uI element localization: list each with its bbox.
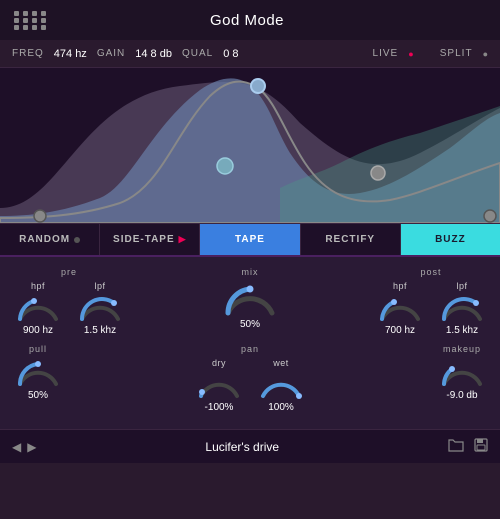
pre-hpf-arc (14, 293, 62, 323)
save-icon[interactable] (474, 438, 488, 455)
pre-lpf-knob[interactable]: lpf 1.5 khz (76, 281, 124, 336)
post-knob-pair: hpf 700 hz lpf 1.5 khz (376, 281, 486, 336)
dry-knob[interactable]: dry -100% (195, 358, 243, 413)
pre-lpf-arc (76, 293, 124, 323)
gain-value: 14 8 db (135, 48, 172, 60)
dry-wet-pair: dry -100% wet 100% (195, 358, 305, 413)
makeup-knob[interactable]: -9.0 db (438, 358, 486, 401)
qual-value: 0 8 (223, 48, 238, 60)
post-lpf-knob[interactable]: lpf 1.5 khz (438, 281, 486, 336)
pull-value: 50% (28, 390, 48, 401)
post-hpf-arc (376, 293, 424, 323)
mix-value: 50% (240, 319, 260, 330)
post-lpf-arc (438, 293, 486, 323)
post-label: post (420, 267, 441, 277)
mode-side-tape-label: SIDE-TAPE (113, 234, 175, 245)
mode-random[interactable]: RANDOM (0, 224, 100, 255)
folder-icon[interactable] (448, 438, 464, 455)
wet-knob[interactable]: wet 100% (257, 358, 305, 413)
freq-bar: FREQ 474 hz GAIN 14 8 db QUAL 0 8 LIVE ●… (0, 40, 500, 68)
dry-arc (195, 370, 243, 400)
freq-value: 474 hz (54, 48, 87, 60)
mode-rectify-label: RECTIFY (325, 234, 375, 245)
controls-section: pre hpf 900 hz lpf (0, 257, 500, 429)
prev-button[interactable]: ◀ (12, 440, 21, 454)
eq-svg (0, 68, 500, 223)
makeup-arc (438, 358, 486, 388)
mix-knob[interactable]: 50% (222, 281, 278, 330)
logo-icon (14, 11, 48, 30)
plugin-title: God Mode (210, 12, 284, 29)
mode-bar: RANDOM SIDE-TAPE ▶ TAPE RECTIFY BUZZ (0, 223, 500, 257)
mix-arc (222, 281, 278, 317)
freq-label: FREQ (12, 48, 44, 59)
mode-tape[interactable]: TAPE (200, 224, 300, 255)
post-hpf-value: 700 hz (385, 325, 415, 336)
side-tape-arrow-icon: ▶ (179, 234, 187, 245)
mode-side-tape[interactable]: SIDE-TAPE ▶ (100, 224, 200, 255)
post-lpf-label: lpf (456, 281, 467, 291)
preset-title: Lucifer's drive (36, 440, 448, 454)
pull-knob[interactable]: 50% (14, 358, 62, 401)
live-dot-icon: ● (408, 49, 413, 59)
mode-random-label: RANDOM (19, 234, 70, 245)
pre-lpf-label: lpf (94, 281, 105, 291)
pre-hpf-value: 900 hz (23, 325, 53, 336)
pre-group: pre hpf 900 hz lpf (14, 267, 124, 336)
gain-label: GAIN (97, 48, 125, 59)
pull-group: pull 50% (14, 344, 62, 401)
post-lpf-value: 1.5 khz (446, 325, 478, 336)
pre-lpf-value: 1.5 khz (84, 325, 116, 336)
wet-label: wet (273, 358, 289, 368)
mode-buzz-label: BUZZ (435, 234, 466, 245)
wet-value: 100% (268, 402, 294, 413)
mode-tape-label: TAPE (235, 234, 265, 245)
pull-label: pull (29, 344, 47, 354)
makeup-value: -9.0 db (446, 390, 477, 401)
wet-arc (257, 370, 305, 400)
makeup-label: makeup (443, 344, 481, 354)
pre-hpf-knob[interactable]: hpf 900 hz (14, 281, 62, 336)
pre-knob-pair: hpf 900 hz lpf 1.5 khz (14, 281, 124, 336)
bottom-controls-row: pull 50% pan dry (14, 344, 486, 413)
freqbar-right: LIVE ● SPLIT ● (373, 48, 488, 60)
next-button[interactable]: ▶ (27, 440, 36, 454)
split-dot-icon: ● (483, 49, 488, 59)
post-hpf-knob[interactable]: hpf 700 hz (376, 281, 424, 336)
random-dot-icon (74, 237, 80, 243)
mix-label: mix (242, 267, 259, 277)
qual-label: QUAL (182, 48, 213, 59)
nav-arrows: ◀ ▶ (12, 440, 36, 454)
bottom-bar: ◀ ▶ Lucifer's drive (0, 429, 500, 463)
header: God Mode (0, 0, 500, 40)
top-controls-row: pre hpf 900 hz lpf (14, 267, 486, 336)
pull-arc (14, 358, 62, 388)
pan-label: pan (241, 344, 259, 354)
pre-hpf-label: hpf (31, 281, 45, 291)
bottom-action-icons (448, 438, 488, 455)
post-group: post hpf 700 hz lpf (376, 267, 486, 336)
mix-group: mix 50% (222, 267, 278, 330)
eq-visualizer (0, 68, 500, 223)
pan-group: pan dry -100% wet (195, 344, 305, 413)
live-label: LIVE (373, 48, 399, 59)
mode-rectify[interactable]: RECTIFY (301, 224, 401, 255)
mode-buzz[interactable]: BUZZ (401, 224, 500, 255)
dry-value: -100% (205, 402, 234, 413)
post-hpf-label: hpf (393, 281, 407, 291)
split-label: SPLIT (440, 48, 473, 59)
dry-label: dry (212, 358, 226, 368)
makeup-group: makeup -9.0 db (438, 344, 486, 401)
pre-label: pre (61, 267, 77, 277)
